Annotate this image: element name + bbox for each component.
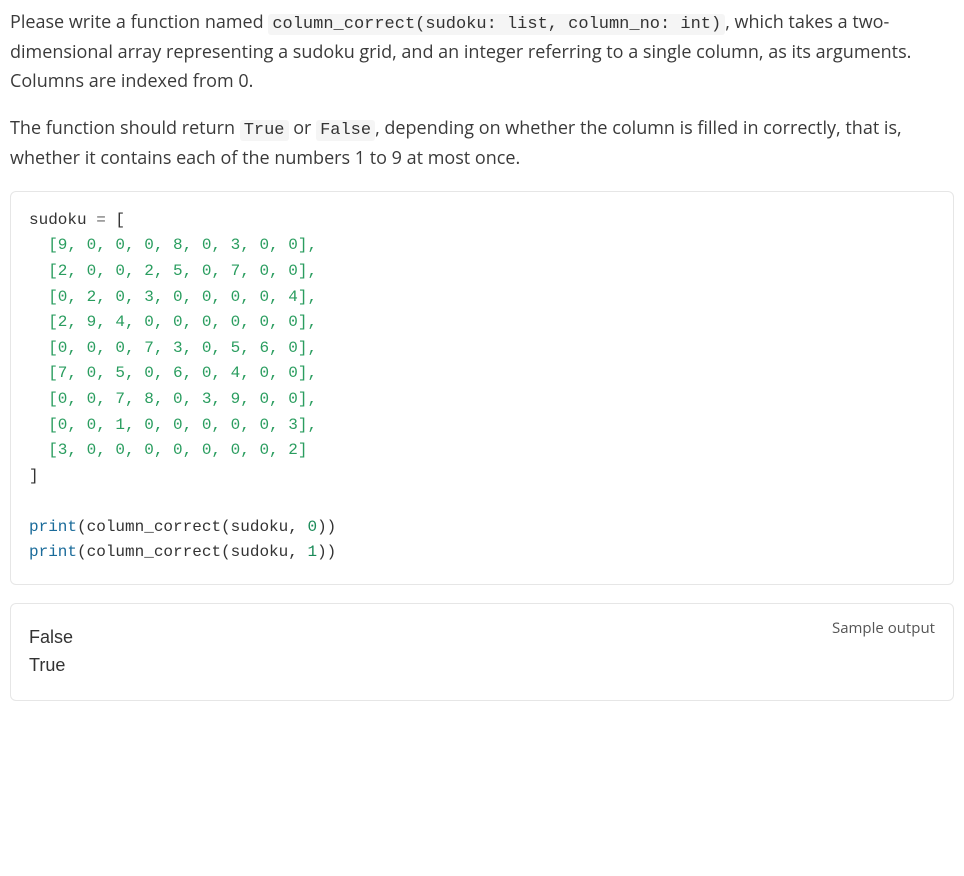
code-assign-right: [ <box>106 211 125 229</box>
inline-code-true: True <box>240 120 289 141</box>
code-row: [2, 9, 4, 0, 0, 0, 0, 0, 0], <box>48 313 317 331</box>
inline-code-false: False <box>316 120 375 141</box>
sample-output-label: Sample output <box>832 616 935 640</box>
code-close-bracket: ] <box>29 467 39 485</box>
intro-paragraph-2: The function should return True or False… <box>10 114 954 173</box>
code-assign-left: sudoku <box>29 211 96 229</box>
code-row: [7, 0, 5, 0, 6, 0, 4, 0, 0], <box>48 364 317 382</box>
output-line-2: True <box>29 655 65 675</box>
code-row: [2, 0, 0, 2, 5, 0, 7, 0, 0], <box>48 262 317 280</box>
code-call-2-open: (column_correct(sudoku, <box>77 543 307 561</box>
text: Please write a function named <box>10 10 268 34</box>
code-row: [0, 0, 7, 8, 0, 3, 9, 0, 0], <box>48 390 317 408</box>
code-print-2: print <box>29 543 77 561</box>
text: The function should return <box>10 116 240 140</box>
intro-paragraph-1: Please write a function named column_cor… <box>10 8 954 96</box>
code-row: [0, 0, 1, 0, 0, 0, 0, 0, 3], <box>48 416 317 434</box>
output-line-1: False <box>29 627 73 647</box>
code-row: [0, 2, 0, 3, 0, 0, 0, 0, 4], <box>48 288 317 306</box>
code-call-1-arg: 0 <box>307 518 317 536</box>
text: or <box>289 116 317 140</box>
code-call-2-close: )) <box>317 543 336 561</box>
code-call-1-open: (column_correct(sudoku, <box>77 518 307 536</box>
sample-output-block: Sample output False True <box>10 603 954 701</box>
code-print-1: print <box>29 518 77 536</box>
code-row: [9, 0, 0, 0, 8, 0, 3, 0, 0], <box>48 236 317 254</box>
code-row: [3, 0, 0, 0, 0, 0, 0, 0, 2] <box>48 441 307 459</box>
code-block: sudoku = [ [9, 0, 0, 0, 8, 0, 3, 0, 0], … <box>10 191 954 585</box>
code-row: [0, 0, 0, 7, 3, 0, 5, 6, 0], <box>48 339 317 357</box>
code-call-2-arg: 1 <box>307 543 317 561</box>
code-assign-eq: = <box>96 211 106 229</box>
inline-code-function-signature: column_correct(sudoku: list, column_no: … <box>268 14 725 35</box>
sample-output-text: False True <box>29 624 935 680</box>
code-call-1-close: )) <box>317 518 336 536</box>
